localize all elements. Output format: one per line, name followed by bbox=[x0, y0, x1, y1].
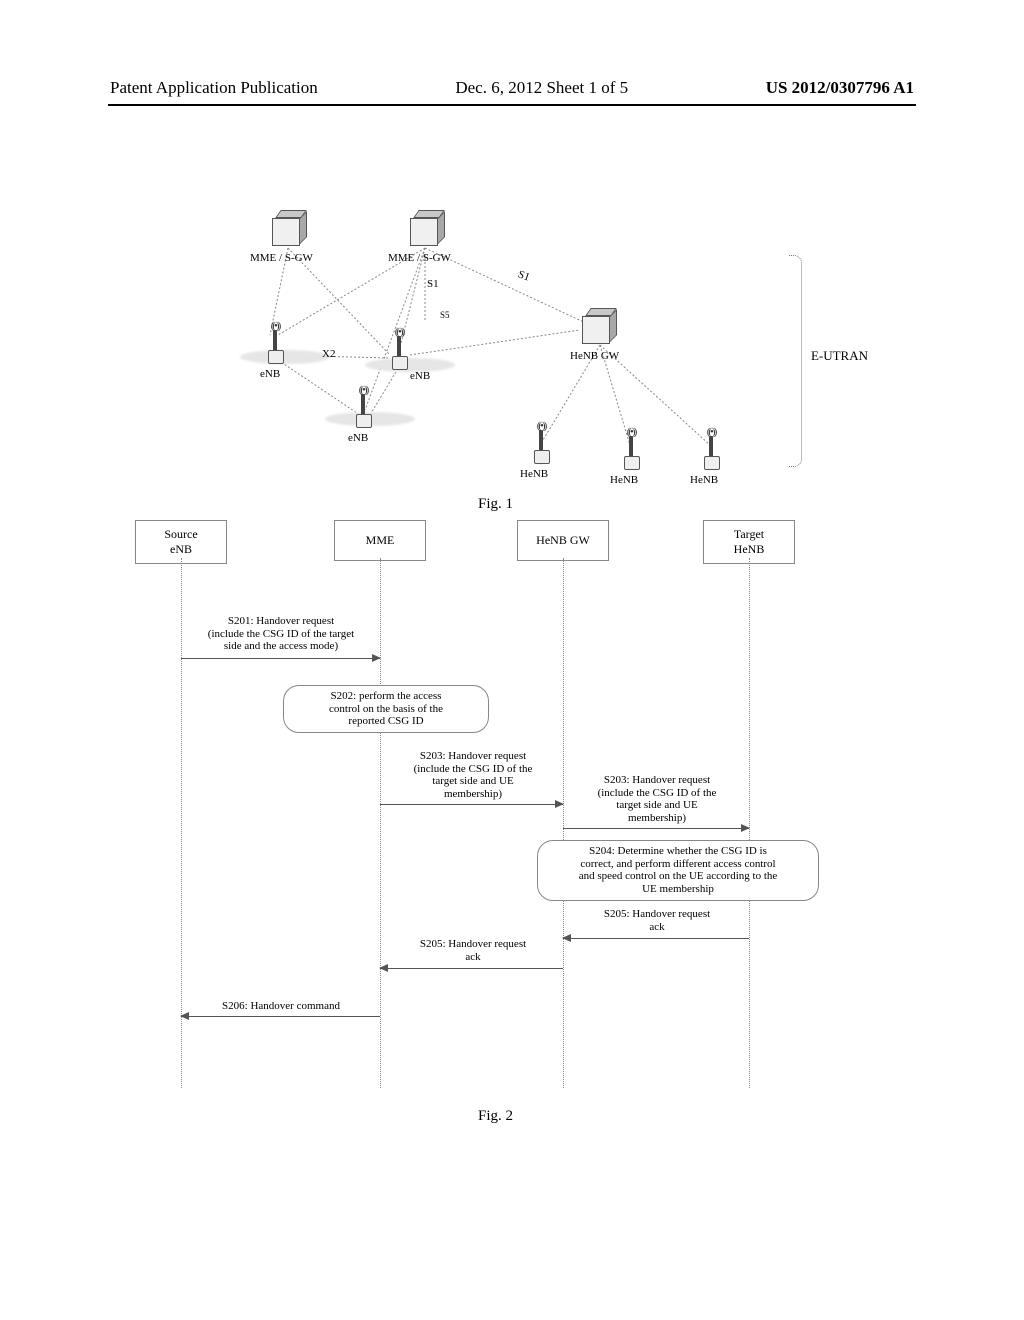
actor-mme: MME bbox=[334, 520, 426, 561]
lifeline bbox=[563, 558, 565, 1088]
s5-link-label: S5 bbox=[440, 310, 450, 320]
msg-s205a: S205: Handover request ack bbox=[567, 908, 747, 933]
process-s204: S204: Determine whether the CSG ID is co… bbox=[537, 840, 819, 901]
mme-sgw-2-icon bbox=[410, 210, 444, 244]
mme-sgw-1-label: MME / S-GW bbox=[250, 252, 313, 264]
henb-3-label: HeNB bbox=[690, 474, 718, 486]
lifeline bbox=[380, 558, 382, 1088]
enb-2-label: eNB bbox=[410, 370, 430, 382]
enb-tower-icon: ((•)) bbox=[352, 386, 374, 428]
arrow-s205a bbox=[563, 938, 749, 939]
header-rule bbox=[108, 104, 916, 106]
msg-s205b: S205: Handover request ack bbox=[383, 938, 563, 963]
henb-tower-icon: ((•)) bbox=[620, 428, 642, 470]
header-left: Patent Application Publication bbox=[110, 78, 318, 98]
msg-s206: S206: Handover command bbox=[185, 1000, 377, 1013]
header-right: US 2012/0307796 A1 bbox=[766, 78, 914, 98]
henb-tower-icon: ((•)) bbox=[530, 422, 552, 464]
fig2-caption: Fig. 2 bbox=[478, 1108, 513, 1125]
lifeline bbox=[181, 558, 183, 1088]
mme-sgw-1-icon bbox=[272, 210, 306, 244]
henb-tower-icon: ((•)) bbox=[700, 428, 722, 470]
fig1-caption: Fig. 1 bbox=[478, 496, 513, 513]
msg-s203a: S203: Handover request (include the CSG … bbox=[385, 750, 561, 801]
henb-1-label: HeNB bbox=[520, 468, 548, 480]
arrow-s201 bbox=[181, 658, 380, 659]
process-s202: S202: perform the access control on the … bbox=[283, 685, 489, 733]
enb-1-label: eNB bbox=[260, 368, 280, 380]
figure-2: Source eNB MME HeNB GW Target HeNB S201:… bbox=[135, 520, 815, 1100]
lifeline bbox=[749, 558, 751, 1088]
henb-2-label: HeNB bbox=[610, 474, 638, 486]
enb-tower-icon: ((•)) bbox=[388, 328, 410, 370]
henb-gw-icon bbox=[582, 308, 616, 342]
arrow-s203b bbox=[563, 828, 749, 829]
actor-henb-gw: HeNB GW bbox=[517, 520, 609, 561]
eutran-bracket bbox=[789, 255, 802, 467]
arrow-s203a bbox=[380, 804, 563, 805]
enb-tower-icon: ((•)) bbox=[264, 322, 286, 364]
enb-3-label: eNB bbox=[348, 432, 368, 444]
s1-link-label: S1 bbox=[427, 278, 439, 290]
x2-link-label: X2 bbox=[322, 348, 335, 360]
msg-s201: S201: Handover request (include the CSG … bbox=[185, 615, 377, 653]
figure-1: MME / S-GW MME / S-GW HeNB GW ((•)) eNB … bbox=[230, 210, 790, 495]
eutran-label: E-UTRAN bbox=[811, 348, 868, 364]
msg-s203b: S203: Handover request (include the CSG … bbox=[567, 774, 747, 825]
header-mid: Dec. 6, 2012 Sheet 1 of 5 bbox=[455, 78, 628, 98]
henb-gw-label: HeNB GW bbox=[570, 350, 619, 362]
arrow-s206 bbox=[181, 1016, 380, 1017]
mme-sgw-2-label: MME / S-GW bbox=[388, 252, 451, 264]
arrow-s205b bbox=[380, 968, 563, 969]
